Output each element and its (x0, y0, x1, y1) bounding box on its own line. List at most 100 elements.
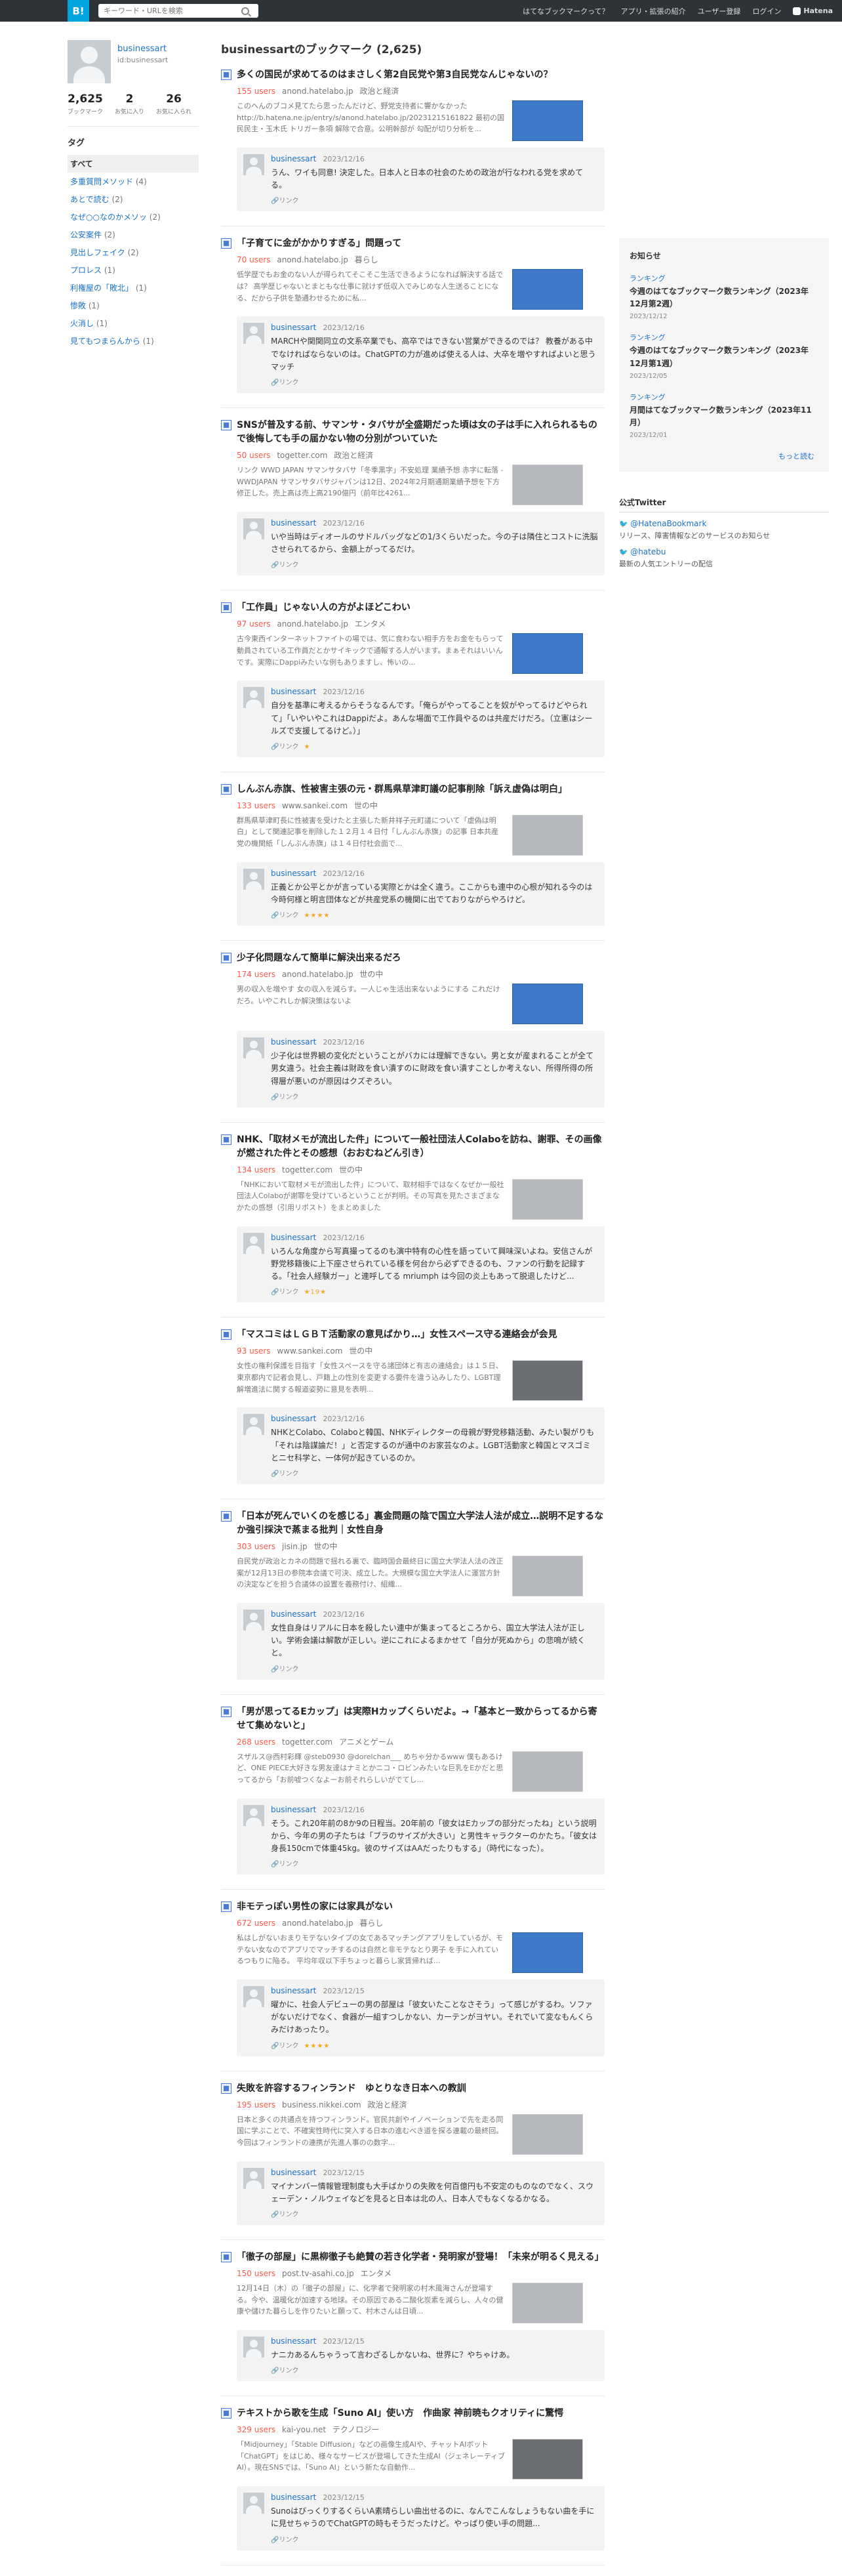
entry-domain[interactable]: anond.hatelabo.jp (282, 87, 353, 96)
comment-date[interactable]: 2023/12/16 (323, 323, 364, 332)
tag-item[interactable]: 見出しフェイク (2) (68, 243, 199, 261)
entry-domain[interactable]: togetter.com (282, 1165, 332, 1174)
entry-category[interactable]: 暮らし (355, 255, 378, 264)
entry-category[interactable]: 世の中 (339, 1165, 363, 1174)
comment-avatar[interactable] (243, 154, 264, 175)
comment-user[interactable]: businessart (271, 2168, 316, 2177)
profile-name[interactable]: businessart (117, 44, 168, 54)
entry-domain[interactable]: anond.hatelabo.jp (277, 619, 348, 629)
entry-thumbnail[interactable] (512, 814, 583, 856)
entry-users[interactable]: 70 users (237, 255, 271, 264)
comment-link[interactable]: 🔗リンク (271, 2534, 598, 2544)
comment-user[interactable]: businessart (271, 2493, 316, 2502)
tag-item[interactable]: あとで読む (2) (68, 190, 199, 208)
more-link[interactable]: もっと読む (630, 451, 814, 461)
comment-user[interactable]: businessart (271, 687, 316, 696)
entry-category[interactable]: アニメとゲーム (339, 1737, 393, 1747)
entry-users[interactable]: 303 users (237, 1542, 275, 1551)
entry-category[interactable]: 世の中 (313, 1542, 337, 1551)
comment-avatar[interactable] (243, 1986, 264, 2008)
notice-category[interactable]: ランキング (630, 273, 814, 283)
hatena-brand[interactable]: Hatena (793, 7, 833, 15)
comment-date[interactable]: 2023/12/15 (323, 2169, 364, 2177)
nav-register[interactable]: ユーザー登録 (698, 6, 741, 16)
comment-avatar[interactable] (243, 687, 264, 709)
comment-avatar[interactable] (243, 1414, 264, 1436)
tag-item[interactable]: プロレス (1) (68, 261, 199, 279)
comment-date[interactable]: 2023/12/15 (323, 2493, 364, 2502)
entry-thumbnail[interactable] (512, 2439, 583, 2480)
entry-domain[interactable]: anond.hatelabo.jp (282, 970, 353, 979)
notice-category[interactable]: ランキング (630, 332, 814, 343)
notice-text[interactable]: 今週のはてなブックマーク数ランキング（2023年12月第1週） (630, 344, 814, 369)
comment-user[interactable]: businessart (271, 323, 316, 332)
nav-about[interactable]: はてなブックマークって？ (523, 6, 609, 16)
comment-avatar[interactable] (243, 2337, 264, 2358)
entry-category[interactable]: エンタメ (361, 2269, 392, 2278)
comment-link[interactable]: 🔗リンク (271, 2365, 514, 2375)
entry-thumbnail[interactable] (512, 1751, 583, 1792)
comment-date[interactable]: 2023/12/16 (323, 1610, 364, 1619)
entry-category[interactable]: 暮らし (359, 1919, 383, 1928)
entry-users[interactable]: 174 users (237, 970, 275, 979)
comment-user[interactable]: businessart (271, 518, 316, 528)
comment-date[interactable]: 2023/12/16 (323, 519, 364, 528)
entry-category[interactable]: エンタメ (355, 619, 386, 629)
entry-title[interactable]: 「徹子の部屋」に黒柳徹子も絶賛の若き化学者・発明家が登場！「未来が明るく見える」 (237, 2251, 604, 2264)
entry-users[interactable]: 50 users (237, 451, 271, 460)
tag-item[interactable]: なぜ○○なのかメソッ (2) (68, 208, 199, 226)
avatar[interactable] (68, 40, 111, 83)
entry-thumbnail[interactable] (512, 1178, 583, 1220)
comment-date[interactable]: 2023/12/16 (323, 1038, 364, 1047)
comment-avatar[interactable] (243, 2493, 264, 2514)
entry-domain[interactable]: togetter.com (277, 451, 327, 460)
entry-title[interactable]: 失敗を許容するフィンランド ゆとりなき日本への教訓 (237, 2082, 466, 2096)
tag-item[interactable]: 利権屋の「敗北」 (1) (68, 279, 199, 297)
comment-date[interactable]: 2023/12/15 (323, 2337, 364, 2346)
comment-avatar[interactable] (243, 518, 264, 539)
entry-thumbnail[interactable] (512, 1932, 583, 1974)
comment-link[interactable]: 🔗リンク (271, 1663, 598, 1673)
comment-avatar[interactable] (243, 1804, 264, 1826)
notice-text[interactable]: 月間はてなブックマーク数ランキング（2023年11月） (630, 404, 814, 429)
comment-user[interactable]: businessart (271, 2337, 316, 2346)
comment-link[interactable]: 🔗リンク ★19★ (271, 1286, 598, 1296)
entry-title[interactable]: 「日本が死んでいくのを感じる」裏金問題の陰で国立大学法人法が成立…説明不足するな… (237, 1510, 605, 1537)
comment-link[interactable]: 🔗リンク ★ (271, 741, 598, 751)
entry-category[interactable]: テクノロジー (332, 2425, 379, 2434)
comment-avatar[interactable] (243, 2167, 264, 2189)
entry-title[interactable]: NHK、「取材メモが流出した件」について一般社団法人Colaboを訪ね、謝罪、そ… (237, 1133, 605, 1161)
comment-date[interactable]: 2023/12/16 (323, 155, 364, 163)
nav-apps[interactable]: アプリ・拡張の紹介 (621, 6, 686, 16)
entry-domain[interactable]: business.nikkei.com (282, 2100, 361, 2109)
entry-title[interactable]: テキストから歌を生成「Suno AI」使い方 作曲家 神前暁もクオリティに驚愕 (237, 2407, 563, 2420)
entry-domain[interactable]: anond.hatelabo.jp (282, 1919, 353, 1928)
comment-date[interactable]: 2023/12/16 (323, 1415, 364, 1423)
entry-category[interactable]: 政治と経済 (368, 2100, 407, 2109)
entry-domain[interactable]: jisin.jp (282, 1542, 308, 1551)
entry-domain[interactable]: www.sankei.com (282, 801, 348, 810)
entry-users[interactable]: 195 users (237, 2100, 275, 2109)
comment-avatar[interactable] (243, 323, 264, 344)
star-icon[interactable]: ★★★★ (304, 912, 330, 919)
star-icon[interactable]: ★19★ (304, 1289, 327, 1296)
entry-thumbnail[interactable] (512, 2113, 583, 2155)
comment-avatar[interactable] (243, 1232, 264, 1254)
notice-item[interactable]: ランキング 今週のはてなブックマーク数ランキング（2023年12月第1週） 20… (630, 332, 814, 379)
comment-user[interactable]: businessart (271, 869, 316, 878)
entry-users[interactable]: 155 users (237, 87, 275, 96)
stat-bookmarks[interactable]: 2,625 ブックマーク (68, 93, 103, 115)
comment-user[interactable]: businessart (271, 1414, 316, 1423)
notice-text[interactable]: 今週のはてなブックマーク数ランキング（2023年12月第2週） (630, 285, 814, 310)
twitter-handle[interactable]: @hatebu (619, 547, 829, 556)
comment-date[interactable]: 2023/12/16 (323, 688, 364, 696)
comment-link[interactable]: 🔗リンク (271, 1091, 598, 1101)
twitter-handle[interactable]: @HatenaBookmark (619, 519, 829, 528)
entry-domain[interactable]: togetter.com (282, 1737, 332, 1747)
comment-user[interactable]: businessart (271, 154, 316, 163)
entry-title[interactable]: 「男が思ってるEカップ」は実際Hカップくらいだよ。→「基本と一致からってるから寄… (237, 1705, 605, 1733)
entry-title[interactable]: しんぶん赤旗、性被害主張の元・群馬県草津町議の記事削除「訴え虚偽は明白」 (237, 783, 567, 797)
entry-thumbnail[interactable] (512, 633, 583, 675)
tag-item[interactable]: 惨敗 (1) (68, 297, 199, 314)
entry-category[interactable]: 世の中 (354, 801, 378, 810)
